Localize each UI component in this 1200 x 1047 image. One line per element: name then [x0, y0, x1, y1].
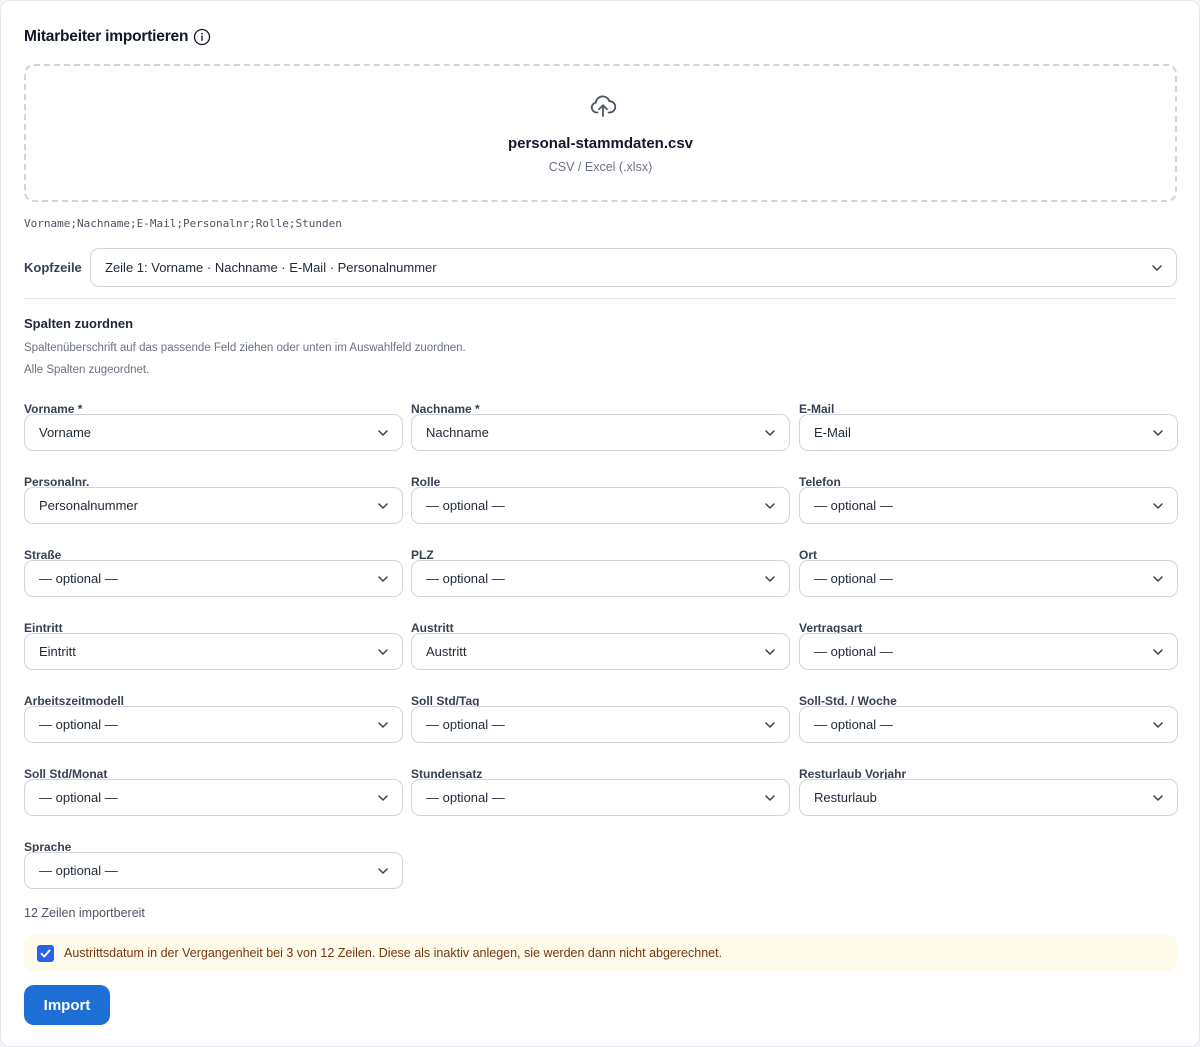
- field-select-value: — optional —: [39, 790, 118, 805]
- field-select[interactable]: — optional —: [411, 779, 790, 816]
- field-select[interactable]: — optional —: [24, 852, 403, 889]
- page-title: Mitarbeiter importieren: [24, 28, 189, 45]
- field-select-value: — optional —: [814, 717, 893, 732]
- header-row-select-value: Zeile 1: Vorname · Nachname · E-Mail · P…: [105, 260, 437, 275]
- checkmark-icon: [40, 949, 51, 958]
- field-select[interactable]: Personalnummer: [24, 487, 403, 524]
- chevron-down-icon: [378, 722, 388, 728]
- chevron-down-icon: [378, 503, 388, 509]
- field-select[interactable]: — optional —: [24, 560, 403, 597]
- field-select[interactable]: Vorname: [24, 414, 403, 451]
- cloud-upload-icon: [590, 95, 617, 117]
- header-row-select[interactable]: Zeile 1: Vorname · Nachname · E-Mail · P…: [90, 248, 1177, 287]
- field-select-value: Resturlaub: [814, 790, 877, 805]
- field-select-value: — optional —: [39, 863, 118, 878]
- field-select[interactable]: — optional —: [799, 633, 1178, 670]
- field-select-value: — optional —: [426, 717, 505, 732]
- header-row-label: Kopfzeile: [24, 260, 82, 275]
- info-icon[interactable]: [193, 28, 211, 46]
- field-select-value: — optional —: [39, 571, 118, 586]
- field-select[interactable]: Eintritt: [24, 633, 403, 670]
- field-select[interactable]: — optional —: [24, 706, 403, 743]
- chevron-down-icon: [765, 722, 775, 728]
- chevron-down-icon: [1153, 503, 1163, 509]
- import-card: Mitarbeiter importieren personal-stammda…: [0, 0, 1200, 1047]
- chevron-down-icon: [765, 576, 775, 582]
- field-select-value: Austritt: [426, 644, 467, 659]
- import-button[interactable]: Import: [24, 985, 110, 1025]
- selected-file-name: personal-stammdaten.csv: [507, 135, 694, 152]
- mapping-title: Spalten zuordnen: [24, 316, 134, 331]
- mapping-status: Alle Spalten zugeordnet.: [24, 364, 150, 376]
- chevron-down-icon: [378, 868, 388, 874]
- accepted-file-types: CSV / Excel (.xlsx): [548, 160, 653, 174]
- field-select[interactable]: Resturlaub: [799, 779, 1178, 816]
- chevron-down-icon: [765, 649, 775, 655]
- csv-header-preview: Vorname;Nachname;E-Mail;Personalnr;Rolle…: [24, 217, 342, 230]
- chevron-down-icon: [1153, 722, 1163, 728]
- field-select-value: — optional —: [814, 498, 893, 513]
- file-dropzone[interactable]: personal-stammdaten.csv CSV / Excel (.xl…: [24, 64, 1177, 202]
- field-select[interactable]: — optional —: [799, 487, 1178, 524]
- inactive-notice: Austrittsdatum in der Vergangenheit bei …: [24, 935, 1177, 971]
- field-select[interactable]: — optional —: [411, 706, 790, 743]
- chevron-down-icon: [765, 503, 775, 509]
- field-select[interactable]: Austritt: [411, 633, 790, 670]
- chevron-down-icon: [378, 576, 388, 582]
- inactive-checkbox[interactable]: [37, 945, 54, 962]
- notice-text: Austrittsdatum in der Vergangenheit bei …: [64, 946, 723, 960]
- chevron-down-icon: [765, 430, 775, 436]
- field-select-value: Nachname: [426, 425, 489, 440]
- chevron-down-icon: [378, 649, 388, 655]
- chevron-down-icon: [1153, 795, 1163, 801]
- title-row: Mitarbeiter importieren: [24, 28, 211, 46]
- field-select[interactable]: — optional —: [799, 560, 1178, 597]
- field-select-value: Eintritt: [39, 644, 76, 659]
- chevron-down-icon: [765, 795, 775, 801]
- field-select-value: — optional —: [39, 717, 118, 732]
- chevron-down-icon: [1153, 430, 1163, 436]
- field-select[interactable]: — optional —: [24, 779, 403, 816]
- field-select[interactable]: E-Mail: [799, 414, 1178, 451]
- rows-ready-count: 12 Zeilen importbereit: [24, 906, 145, 920]
- field-select-value: Personalnummer: [39, 498, 138, 513]
- mapping-help-text: Spaltenüberschrift auf das passende Feld…: [24, 342, 466, 354]
- chevron-down-icon: [1152, 265, 1162, 271]
- chevron-down-icon: [378, 430, 388, 436]
- field-select[interactable]: — optional —: [411, 487, 790, 524]
- chevron-down-icon: [1153, 576, 1163, 582]
- chevron-down-icon: [1153, 649, 1163, 655]
- field-select-value: Vorname: [39, 425, 92, 440]
- field-select-value: — optional —: [814, 644, 893, 659]
- field-select[interactable]: — optional —: [799, 706, 1178, 743]
- field-select-value: — optional —: [426, 790, 505, 805]
- field-select-value: — optional —: [426, 498, 505, 513]
- chevron-down-icon: [378, 795, 388, 801]
- divider: [24, 298, 1177, 299]
- field-select-value: — optional —: [426, 571, 505, 586]
- field-select[interactable]: Nachname: [411, 414, 790, 451]
- field-select-value: — optional —: [814, 571, 893, 586]
- field-select-value: E-Mail: [814, 425, 851, 440]
- field-select[interactable]: — optional —: [411, 560, 790, 597]
